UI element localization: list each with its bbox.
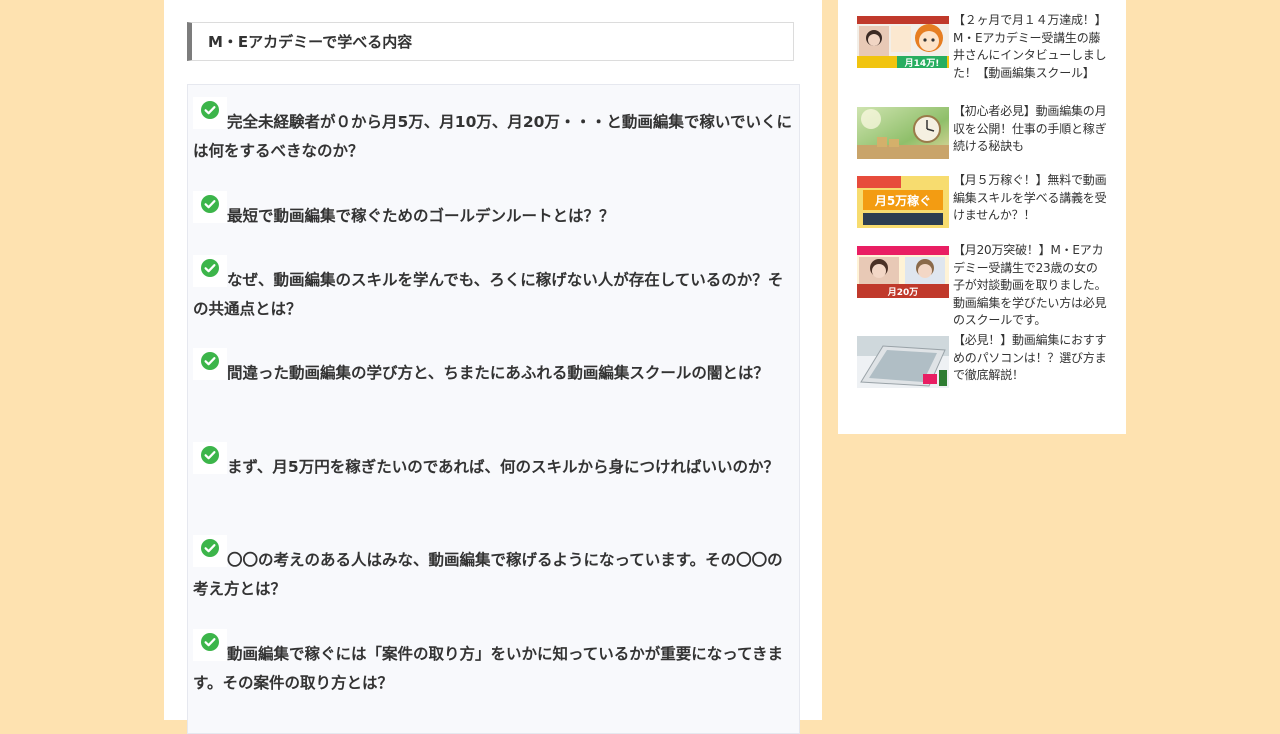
list-item-text: 間違った動画編集の学び方と、ちまたにあふれる動画編集スクールの闇とは？ bbox=[227, 364, 769, 382]
learning-content-box: 完全未経験者が０から月5万、月10万、月20万・・・と動画編集で稼いでいくには何… bbox=[187, 84, 800, 734]
list-item: 動画編集で稼ぐには「案件の取り方」をいかに知っているかが重要になってきます。その… bbox=[193, 629, 793, 698]
list-item-text: 動画編集で稼ぐには「案件の取り方」をいかに知っているかが重要になってきます。その… bbox=[193, 645, 783, 692]
post-thumbnail[interactable]: 月14万! bbox=[857, 16, 949, 68]
main-content: M・Eアカデミーで学べる内容 完全未経験者が０から月5万、月10万、月20万・・… bbox=[164, 0, 822, 734]
list-item: なぜ、動画編集のスキルを学んでも、ろくに稼げない人が存在しているのか？その共通点… bbox=[193, 255, 793, 324]
post-thumbnail[interactable]: 月5万稼ぐ bbox=[857, 176, 949, 228]
check-circle-icon bbox=[193, 442, 227, 474]
check-circle-icon bbox=[193, 629, 227, 661]
list-item: 最短で動画編集で稼ぐためのゴールデンルートとは？？ bbox=[193, 191, 793, 231]
post-title-link[interactable]: 【月５万稼ぐ！】無料で動画編集スキルを学べる講義を受けませんか？！ bbox=[953, 172, 1109, 225]
post-title-link[interactable]: 【２ヶ月で月１４万達成！】M・Eアカデミー受講生の藤井さんにインタビューしました… bbox=[953, 12, 1109, 82]
post-thumbnail[interactable]: 月20万 bbox=[857, 246, 949, 298]
sidebar-related-posts: 月14万! 【２ヶ月で月１４万達成！】M・Eアカデミー受講生の藤井さんにインタビ… bbox=[838, 0, 1126, 434]
list-item: 〇〇の考えのある人はみな、動画編集で稼げるようになっています。その〇〇の考え方と… bbox=[193, 535, 793, 604]
check-circle-icon bbox=[193, 535, 227, 567]
thumbnail-text: 月5万稼ぐ bbox=[874, 193, 931, 208]
list-item: まず、月5万円を稼ぎたいのであれば、何のスキルから身につければいいのか？ bbox=[193, 442, 793, 482]
post-title-link[interactable]: 【必見！】動画編集におすすめのパソコンは！？選び方まで徹底解説！ bbox=[953, 332, 1109, 385]
list-item: 完全未経験者が０から月5万、月10万、月20万・・・と動画編集で稼いでいくには何… bbox=[193, 97, 793, 166]
list-item-text: なぜ、動画編集のスキルを学んでも、ろくに稼げない人が存在しているのか？その共通点… bbox=[193, 271, 784, 318]
check-circle-icon bbox=[193, 255, 227, 287]
post-thumbnail[interactable] bbox=[857, 336, 949, 388]
list-item-text: まず、月5万円を稼ぎたいのであれば、何のスキルから身につければいいのか？ bbox=[227, 458, 780, 476]
thumbnail-text: 月14万! bbox=[904, 58, 940, 68]
list-item-text: 〇〇の考えのある人はみな、動画編集で稼げるようになっています。その〇〇の考え方と… bbox=[193, 551, 783, 598]
thumbnail-text: 月20万 bbox=[887, 287, 919, 298]
list-item-text: 最短で動画編集で稼ぐためのゴールデンルートとは？？ bbox=[227, 207, 615, 225]
list-item-text: 完全未経験者が０から月5万、月10万、月20万・・・と動画編集で稼いでいくには何… bbox=[193, 113, 792, 160]
post-title-link[interactable]: 【初心者必見】動画編集の月収を公開！仕事の手順と稼ぎ続ける秘訣も bbox=[953, 103, 1109, 156]
check-circle-icon bbox=[193, 348, 227, 380]
check-circle-icon bbox=[193, 97, 227, 129]
section-heading: M・Eアカデミーで学べる内容 bbox=[187, 22, 794, 61]
list-item: 間違った動画編集の学び方と、ちまたにあふれる動画編集スクールの闇とは？ bbox=[193, 348, 793, 388]
post-title-link[interactable]: 【月20万突破！】M・Eアカデミー受講生で23歳の女の子が対談動画を取りました。… bbox=[953, 242, 1109, 330]
check-circle-icon bbox=[193, 191, 227, 223]
post-thumbnail[interactable] bbox=[857, 107, 949, 159]
